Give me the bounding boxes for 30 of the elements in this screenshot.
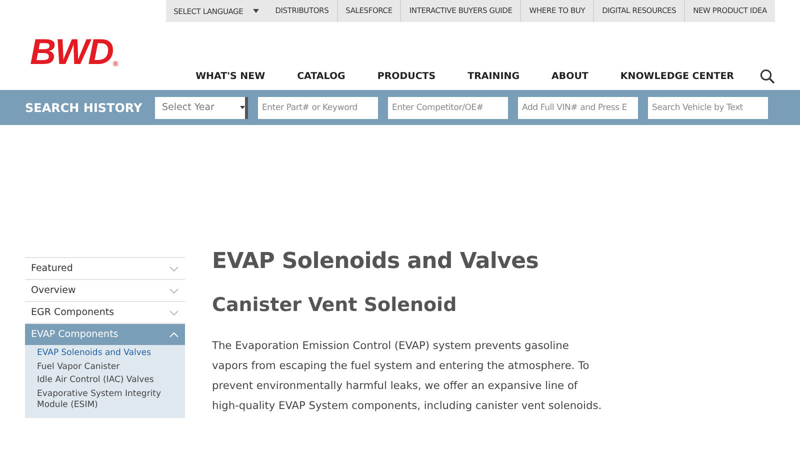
nav-link[interactable]: CATALOG — [281, 71, 362, 82]
search-field[interactable]: Enter Part# or Keyword — [258, 96, 378, 118]
chevron-up-icon — [169, 332, 179, 338]
caret-icon — [253, 9, 260, 13]
search-field[interactable]: Enter Competitor/OE# — [388, 96, 508, 118]
nav-link[interactable]: ABOUT — [536, 71, 604, 82]
section-label: Featured — [31, 263, 73, 274]
nav-link[interactable]: KNOWLEDGE CENTER — [604, 71, 750, 82]
submenu-link[interactable]: Idle Air Control (IAC) Valves — [37, 375, 173, 386]
page-title: EVAP Solenoids and Valves — [212, 249, 540, 274]
submenu-link[interactable]: Fuel Vapor Canister — [37, 362, 173, 372]
caret-icon — [240, 106, 245, 109]
nav-link[interactable]: PRODUCTS — [361, 71, 452, 82]
chevron-down-icon — [169, 288, 179, 294]
search-history-title: SEARCH HISTORY — [25, 100, 144, 114]
section-label: EGR Components — [31, 307, 114, 318]
submenu-link[interactable]: EVAP Solenoids and Valves — [37, 348, 173, 359]
search-icon[interactable] — [760, 69, 775, 84]
body-paragraph: The Evaporation Emission Control (EVAP) system prevents gasoline vapors from escaping the fuel system and entering the atmosphere. To prevent environmentally harmful leaks, we offer an expansive line of high-quality EVAP System components, including canister vent solenoids. — [212, 339, 603, 414]
section-label: EVAP Components — [31, 329, 118, 340]
section-title: Canister Vent Solenoid — [212, 294, 458, 316]
chevron-down-icon — [169, 310, 179, 316]
chevron-down-icon — [169, 266, 179, 272]
search-field[interactable]: Add Full VIN# and Press E — [518, 96, 638, 118]
year-select[interactable]: Select Year — [155, 96, 248, 118]
section-label: Overview — [31, 285, 76, 296]
submenu-link[interactable]: Evaporative System Integrity Module (ESIM) — [37, 388, 173, 410]
nav-link[interactable]: WHAT'S NEW — [180, 71, 282, 82]
nav-link[interactable]: TRAINING — [452, 71, 536, 82]
search-field[interactable]: Search Vehicle by Text — [648, 96, 768, 118]
